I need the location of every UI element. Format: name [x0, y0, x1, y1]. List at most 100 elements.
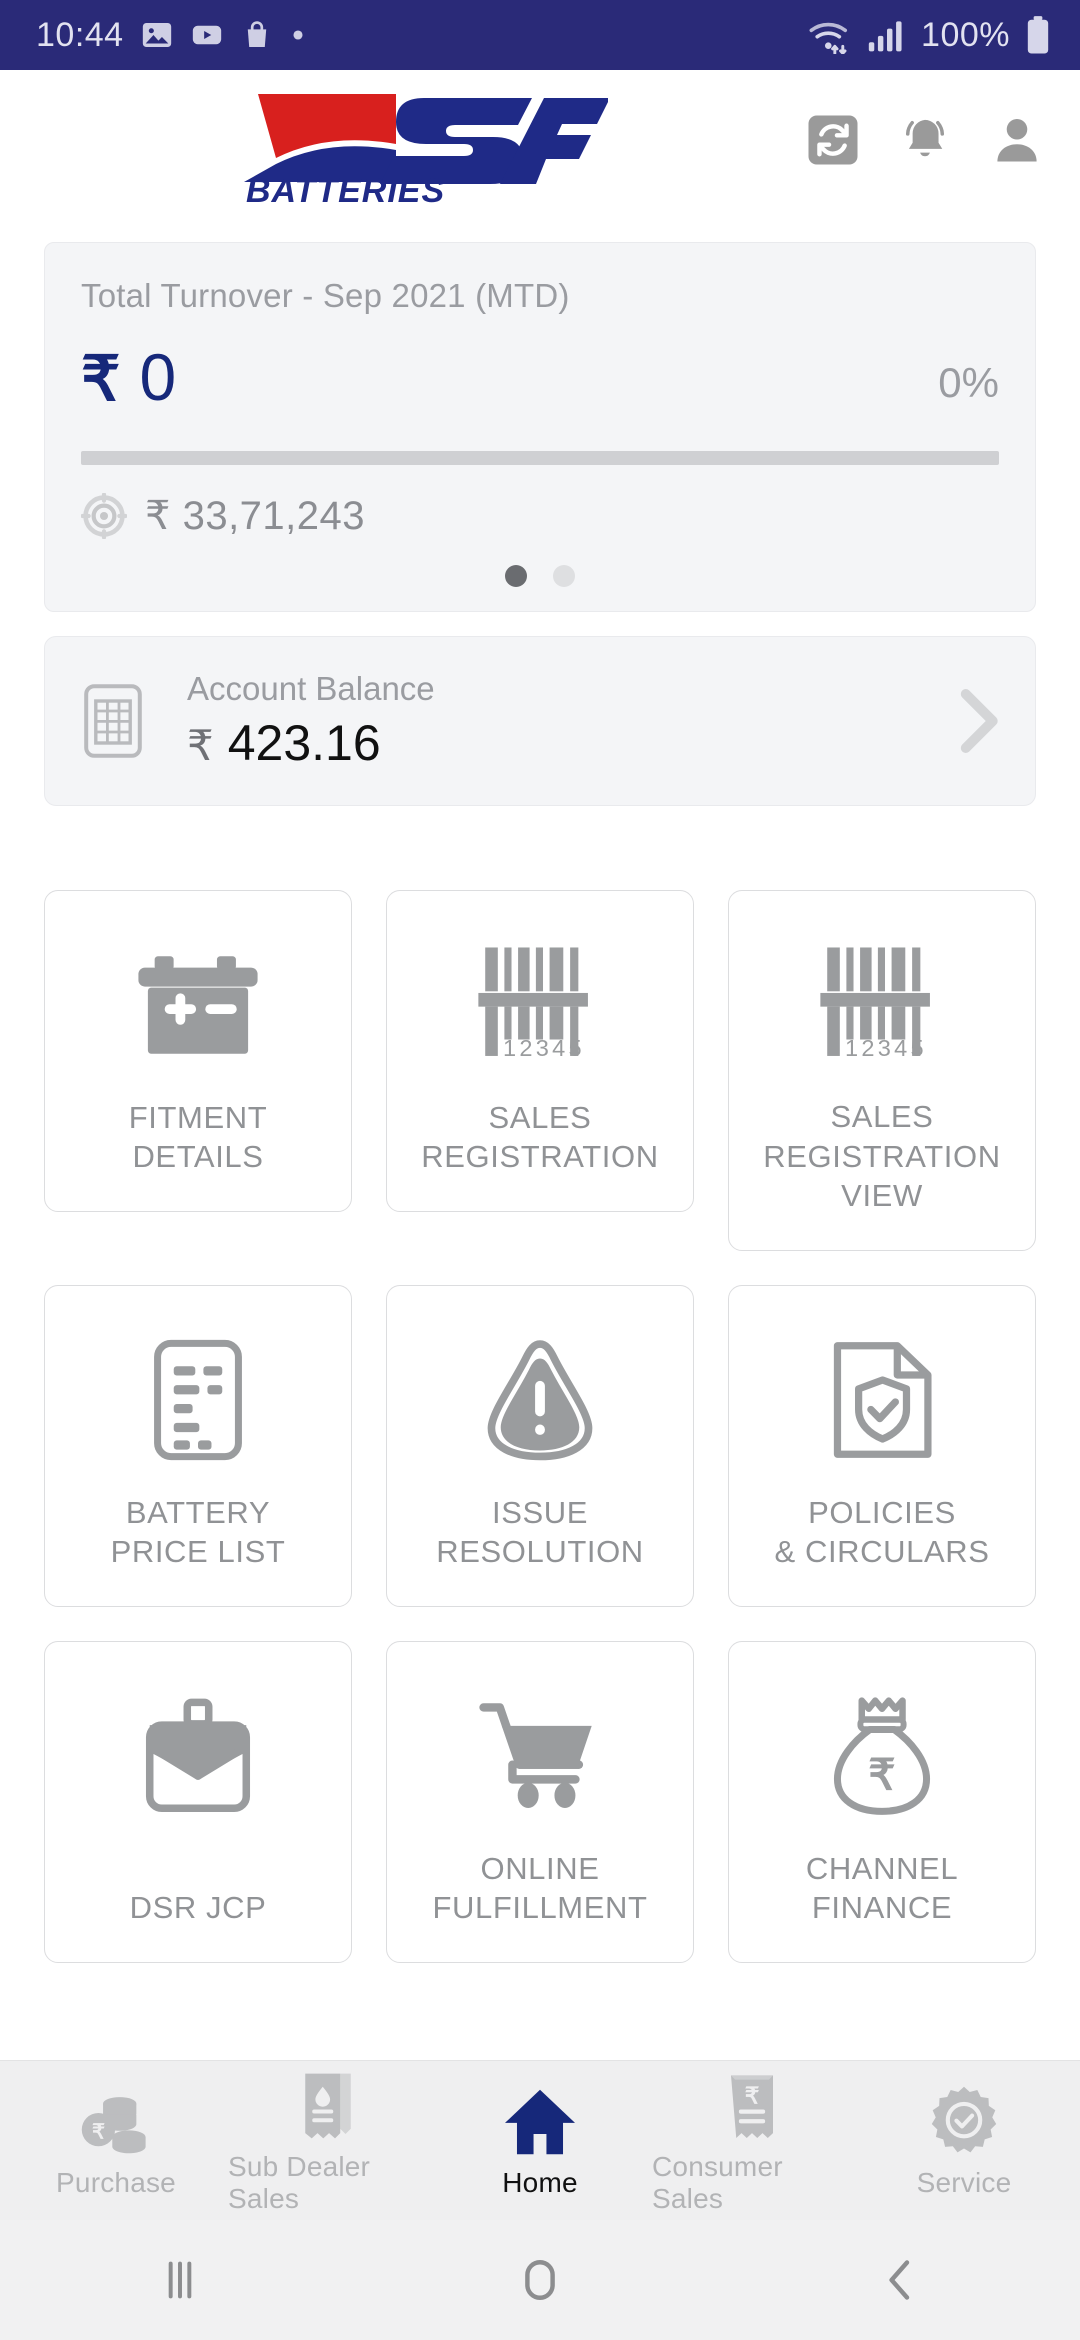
svg-text:₹: ₹ [868, 1752, 895, 1800]
recents-icon[interactable] [90, 2220, 270, 2340]
turnover-target-amount: ₹ 33,71,243 [145, 493, 365, 539]
turnover-progress-bar [81, 451, 999, 465]
feature-tile-label: POLICIES & CIRCULARS [774, 1494, 990, 1570]
balance-rupee-symbol: ₹ [187, 722, 214, 769]
svg-text:12345: 12345 [845, 1035, 927, 1061]
status-bar-right: 100% [807, 15, 1052, 55]
feature-tile-policies-circulars[interactable]: POLICIES & CIRCULARS [728, 1285, 1036, 1608]
system-navigation-bar [0, 2220, 1080, 2340]
svg-text:₹: ₹ [745, 2082, 760, 2108]
feature-tile-online-fulfillment[interactable]: ONLINE FULFILLMENT [386, 1641, 694, 1964]
price-list-icon [148, 1334, 248, 1466]
feature-tile-row: BATTERY PRICE LIST ISSUE RESOLUTION POLI… [44, 1285, 1036, 1608]
nav-item-purchase[interactable]: ₹ Purchase [16, 2083, 216, 2199]
feature-tile-sales-registration[interactable]: 12345 SALES REGISTRATION [386, 890, 694, 1212]
home-icon [502, 2083, 578, 2157]
nav-item-label: Consumer Sales [652, 2150, 783, 2214]
turnover-title: Total Turnover - Sep 2021 (MTD) [81, 277, 570, 314]
back-chevron-icon[interactable] [810, 2220, 990, 2340]
feature-tile-battery-price-list[interactable]: BATTERY PRICE LIST [44, 1285, 352, 1608]
app-header: BATTERIES [0, 70, 1080, 210]
turnover-amount: ₹ 0 [81, 339, 177, 415]
ledger-icon [84, 684, 142, 758]
feature-tile-row: DSR JCP ONLINE FULFILLMENT ₹ CHANNEL FINA… [44, 1641, 1036, 1964]
target-icon [81, 493, 127, 539]
svg-text:₹: ₹ [92, 2121, 105, 2143]
barcode-icon: 12345 [816, 939, 948, 1071]
youtube-icon [192, 25, 221, 45]
feature-tile-label: FITMENT DETAILS [128, 1099, 268, 1175]
battery-full-icon [1027, 16, 1049, 54]
chevron-right-icon[interactable] [949, 685, 1005, 757]
dot-indicator-icon [293, 30, 303, 40]
nav-item-label: Home [502, 2166, 578, 2198]
target-rupee-symbol: ₹ [145, 494, 171, 538]
receipt-drop-icon [297, 2067, 359, 2141]
nav-item-label: Purchase [56, 2166, 176, 2198]
account-balance-card[interactable]: Account Balance ₹ 423.16 [44, 636, 1036, 806]
bottom-navigation-bar: ₹ Purchase Sub Dealer Sales Home ₹ Consume… [0, 2060, 1080, 2220]
svg-text:BATTERIES: BATTERIES [246, 172, 445, 206]
account-balance-label: Account Balance [187, 670, 435, 707]
notification-bell-icon[interactable] [896, 111, 954, 169]
warning-triangle-icon [480, 1334, 600, 1466]
nav-item-label: Service [916, 2166, 1012, 2198]
feature-tile-label: CHANNEL FINANCE [805, 1850, 959, 1926]
home-circle-icon[interactable] [450, 2220, 630, 2340]
user-profile-icon[interactable] [988, 111, 1046, 169]
feature-tile-fitment-details[interactable]: FITMENT DETAILS [44, 890, 352, 1212]
feature-tile-dsr-jcp[interactable]: DSR JCP [44, 1641, 352, 1964]
carousel-dot[interactable] [553, 565, 575, 587]
account-balance-text: Account Balance ₹ 423.16 [173, 670, 919, 772]
coins-icon: ₹ [79, 2083, 153, 2157]
rupee-symbol: ₹ [81, 345, 122, 414]
feature-tile-label: SALES REGISTRATION VIEW [763, 1099, 1001, 1214]
wifi-icon [809, 22, 848, 54]
turnover-value-row: ₹ 0 0% [81, 339, 999, 415]
sync-icon[interactable] [804, 111, 862, 169]
feature-tiles-grid: FITMENT DETAILS 12345 SALES REGISTRATION … [44, 890, 1036, 1964]
turnover-target-row: ₹ 33,71,243 [81, 493, 999, 539]
document-shield-icon [828, 1334, 936, 1466]
nav-item-consumer-sales[interactable]: ₹ Consumer Sales [652, 2067, 852, 2215]
briefcase-icon [139, 1690, 257, 1822]
barcode-icon: 12345 [474, 939, 606, 1071]
cellular-signal-icon [868, 21, 902, 52]
main-content: Total Turnover - Sep 2021 (MTD) ₹ 0 0% ₹… [0, 210, 1080, 2060]
svg-text:12345: 12345 [503, 1035, 585, 1061]
money-bag-icon: ₹ [828, 1690, 936, 1822]
battery-percent-label: 100% [921, 15, 1010, 54]
photos-icon [142, 22, 171, 48]
feature-tile-row: FITMENT DETAILS 12345 SALES REGISTRATION … [44, 890, 1036, 1252]
nav-item-sub-dealer-sales[interactable]: Sub Dealer Sales [228, 2067, 428, 2215]
feature-tile-label: ONLINE FULFILLMENT [432, 1850, 648, 1926]
battery-icon [133, 939, 263, 1071]
status-bar: 10:44 100% [0, 0, 1080, 70]
feature-tile-label: ISSUE RESOLUTION [436, 1494, 644, 1570]
account-balance-value: ₹ 423.16 [187, 714, 919, 772]
header-action-icons [804, 111, 1046, 169]
app-screen: 10:44 100% BATTERIES Total Turnover - Se… [0, 0, 1080, 2340]
nav-item-service[interactable]: Service [864, 2083, 1064, 2199]
feature-tile-label: SALES REGISTRATION [421, 1099, 659, 1175]
target-amount-value: 33,71,243 [182, 494, 366, 538]
turnover-card[interactable]: Total Turnover - Sep 2021 (MTD) ₹ 0 0% ₹… [44, 242, 1036, 612]
feature-tile-issue-resolution[interactable]: ISSUE RESOLUTION [386, 1285, 694, 1608]
feature-tile-channel-finance[interactable]: ₹ CHANNEL FINANCE [728, 1641, 1036, 1964]
turnover-percent: 0% [938, 359, 999, 406]
nav-item-label: Sub Dealer Sales [228, 2150, 371, 2214]
carousel-dot[interactable] [505, 565, 527, 587]
feature-tile-sales-registration-view[interactable]: 12345 SALES REGISTRATION VIEW [728, 890, 1036, 1252]
carousel-dots[interactable] [81, 565, 999, 587]
receipt-rupee-icon: ₹ [723, 2067, 781, 2141]
status-bar-clock: 10:44 [36, 15, 124, 54]
nav-item-home[interactable]: Home [440, 2083, 640, 2199]
service-badge-icon [928, 2083, 1000, 2157]
shopping-cart-icon [477, 1690, 603, 1822]
sf-batteries-logo: BATTERIES [228, 86, 610, 210]
feature-tile-label: BATTERY PRICE LIST [110, 1494, 286, 1570]
shopping-bag-icon [247, 21, 266, 48]
status-bar-left: 10:44 [36, 16, 306, 55]
feature-tile-label: DSR JCP [129, 1890, 267, 1926]
balance-amount-value: 423.16 [227, 715, 381, 771]
